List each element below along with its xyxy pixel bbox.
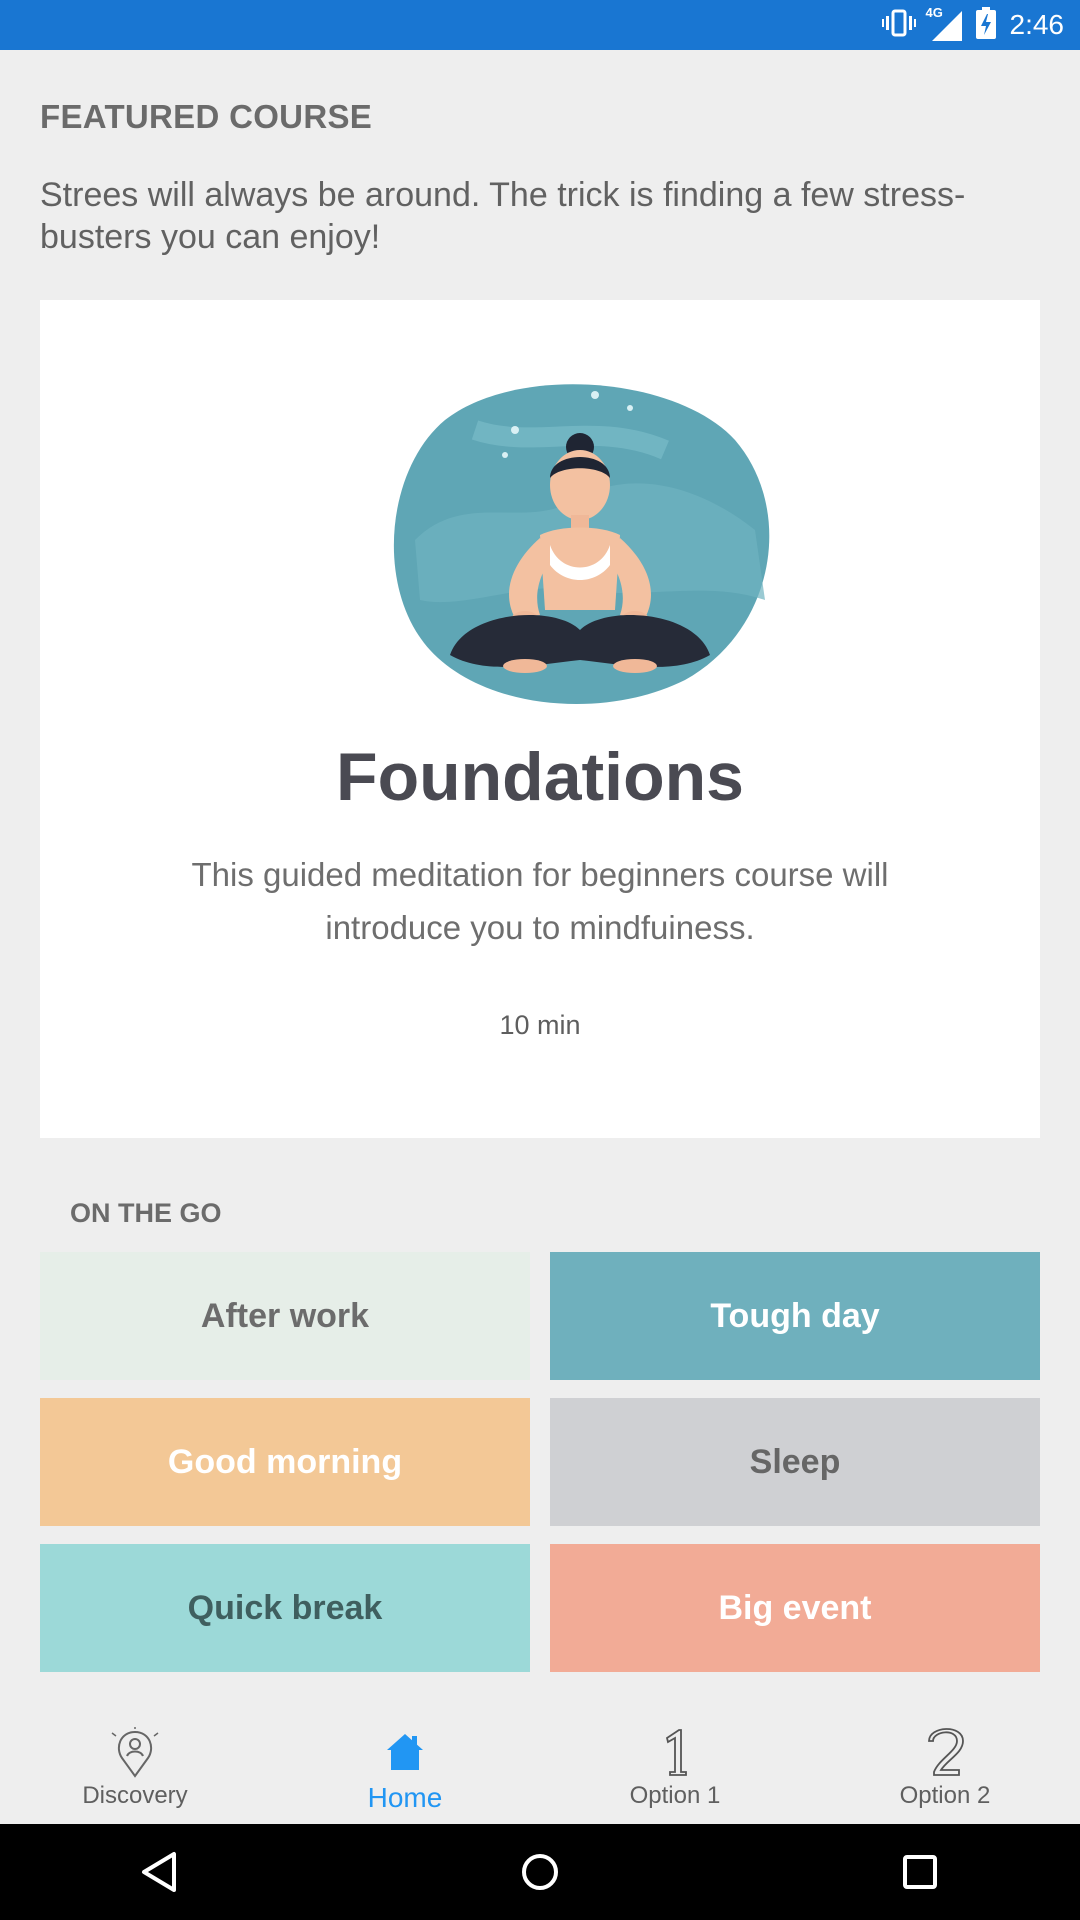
nav-label-discovery: Discovery bbox=[82, 1782, 188, 1809]
nav-item-option-1[interactable]: Option 1 bbox=[540, 1694, 810, 1824]
nav-item-option-2[interactable]: Option 2 bbox=[810, 1694, 1080, 1824]
tile-label: After work bbox=[200, 1296, 370, 1335]
signal-icon: 4G bbox=[926, 5, 962, 41]
tile-label: Big event bbox=[718, 1588, 872, 1627]
tile-label: Quick break bbox=[187, 1588, 383, 1627]
meditation-illustration bbox=[375, 360, 785, 710]
back-icon[interactable] bbox=[100, 1824, 220, 1920]
nav-item-discovery[interactable]: Discovery bbox=[0, 1694, 270, 1824]
home-icon bbox=[385, 1726, 425, 1778]
home-circle-icon[interactable] bbox=[480, 1824, 600, 1920]
location-pin-person-icon bbox=[110, 1726, 160, 1778]
recents-icon[interactable] bbox=[860, 1824, 980, 1920]
tile-good-morning[interactable]: Good morning bbox=[40, 1398, 530, 1526]
bottom-navigation: Discovery Home Option 1 Option 2 bbox=[0, 1694, 1080, 1824]
tile-label: Sleep bbox=[749, 1442, 841, 1481]
vibrate-icon bbox=[881, 8, 916, 43]
tile-after-work[interactable]: After work bbox=[40, 1252, 530, 1380]
tile-tough-day[interactable]: Tough day bbox=[550, 1252, 1040, 1380]
number-two-icon bbox=[925, 1726, 965, 1778]
tile-sleep[interactable]: Sleep bbox=[550, 1398, 1040, 1526]
nav-label-option-1: Option 1 bbox=[629, 1782, 721, 1809]
course-description: This guided meditation for beginners cou… bbox=[191, 856, 889, 946]
nav-item-home[interactable]: Home bbox=[270, 1694, 540, 1824]
nav-label-option-2: Option 2 bbox=[899, 1782, 991, 1809]
tile-quick-break[interactable]: Quick break bbox=[40, 1544, 530, 1672]
course-duration: 10 min bbox=[499, 1010, 581, 1040]
status-bar: 4G 2:46 bbox=[0, 0, 1080, 50]
tile-big-event[interactable]: Big event bbox=[550, 1544, 1040, 1672]
on-the-go-title: ON THE GO bbox=[70, 1198, 222, 1228]
tile-label: Tough day bbox=[710, 1296, 880, 1335]
featured-course-card[interactable]: Foundations This guided meditation for b… bbox=[40, 300, 1040, 1138]
system-navigation-bar bbox=[0, 1824, 1080, 1920]
status-icons: 4G 2:46 bbox=[881, 0, 1065, 50]
course-title: Foundations bbox=[336, 739, 744, 815]
battery-charging-icon bbox=[975, 6, 996, 44]
status-time: 2:46 bbox=[1009, 9, 1065, 40]
nav-label-home: Home bbox=[367, 1782, 443, 1813]
number-one-icon bbox=[655, 1726, 695, 1778]
network-type-label: 4G bbox=[925, 5, 943, 20]
featured-intro-text: Strees will always be around. The trick … bbox=[40, 176, 966, 256]
tile-label: Good morning bbox=[167, 1442, 403, 1481]
featured-section-title: FEATURED COURSE bbox=[40, 98, 373, 135]
